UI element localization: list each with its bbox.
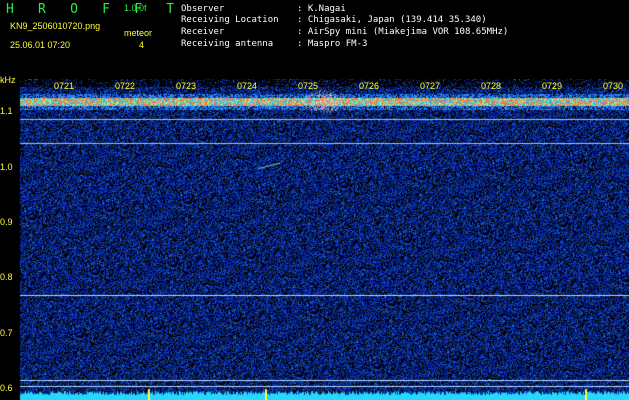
capture-datetime: 25.06.01 07:20 bbox=[10, 40, 71, 50]
x-tick-label: 0726 bbox=[359, 81, 380, 91]
x-tick-label: 0727 bbox=[420, 81, 441, 91]
y-tick-label: 0.8 bbox=[0, 272, 13, 283]
y-axis-unit: kHz bbox=[0, 75, 16, 85]
mode-label: meteor bbox=[124, 28, 153, 38]
location-value: : Chigasaki, Japan (139.414 35.340) bbox=[297, 15, 487, 25]
y-tick-label: 0.6 bbox=[0, 382, 13, 393]
antenna-label: Receiving antenna bbox=[181, 39, 274, 49]
mode-value: 4 bbox=[139, 40, 145, 50]
antenna-value: : Maspro FM-3 bbox=[297, 39, 368, 49]
hrofft-window: H R O F F T 1.0.0f KN9_2506010720.png 25… bbox=[0, 0, 629, 400]
x-tick-label: 0721 bbox=[54, 81, 75, 91]
x-tick-label: 0725 bbox=[298, 81, 319, 91]
x-tick-label: 0724 bbox=[237, 81, 258, 91]
y-tick-label: 0.7 bbox=[0, 327, 13, 338]
observer-label: Observer bbox=[181, 4, 225, 14]
y-tick-label: 1.0 bbox=[0, 161, 13, 172]
receiver-label: Receiver bbox=[181, 27, 225, 37]
x-tick-label: 0722 bbox=[115, 81, 136, 91]
image-filename: KN9_2506010720.png bbox=[10, 21, 101, 31]
x-tick-label: 0729 bbox=[542, 81, 563, 91]
y-tick-label: 0.9 bbox=[0, 216, 13, 227]
app-version: 1.0.0f bbox=[124, 3, 147, 13]
app-name: H R O F F T bbox=[6, 2, 183, 17]
y-tick-label: 1.1 bbox=[0, 106, 13, 117]
spectrogram-canvas bbox=[0, 79, 629, 400]
x-tick-label: 0728 bbox=[481, 81, 502, 91]
observer-value: : K.Nagai bbox=[297, 4, 346, 14]
x-tick-label: 0730 bbox=[603, 81, 624, 91]
location-label: Receiving Location bbox=[181, 15, 279, 25]
x-tick-label: 0723 bbox=[176, 81, 197, 91]
receiver-value: : AirSpy mini (Miakejima VOR 108.65MHz) bbox=[297, 27, 509, 37]
